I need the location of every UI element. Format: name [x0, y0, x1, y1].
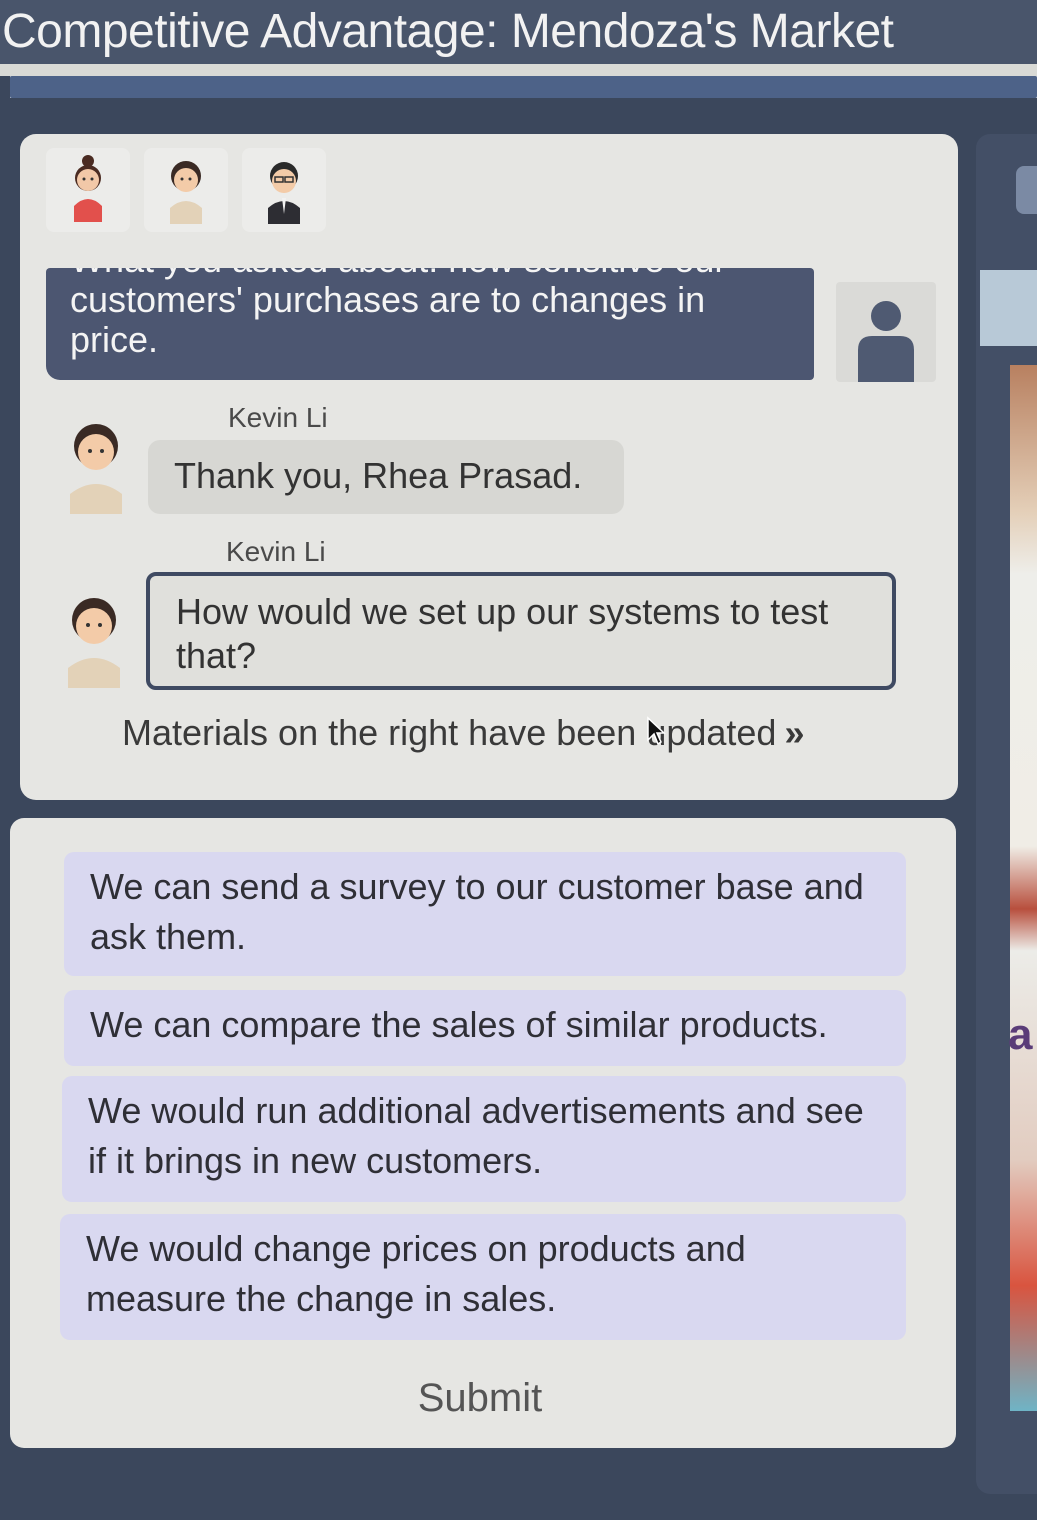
response-option[interactable]: We can send a survey to our customer bas… [64, 852, 906, 976]
participant-kevin-li-avatar[interactable] [144, 148, 228, 232]
man-icon [170, 161, 202, 224]
materials-visible-letter: a [1008, 1010, 1033, 1059]
response-option[interactable]: We would change prices on products and m… [60, 1214, 906, 1340]
title-bar: Competitive Advantage: Mendoza's Market [0, 0, 1037, 66]
man-icon [68, 598, 120, 688]
user-message-text: customers' purchases are to changes in p… [70, 279, 706, 360]
glasses-man-icon [268, 162, 300, 224]
speaker-name: Kevin Li [228, 402, 328, 433]
title-divider [0, 64, 1037, 76]
materials-updated-link[interactable]: Materials on the right have been updated… [122, 712, 804, 754]
materials-notice-text: Materials on the right have been updated [122, 712, 777, 753]
speaker-name: Kevin Li [226, 536, 326, 567]
user-silhouette-icon [858, 301, 914, 382]
active-message-bubble: How would we set up our systems to test … [146, 572, 896, 690]
page-title: Competitive Advantage: Mendoza's Market [2, 5, 894, 58]
user-message-bubble: What you asked about: how sensitive our … [46, 268, 814, 380]
man-icon [70, 424, 122, 514]
materials-document-preview[interactable] [1010, 365, 1037, 1411]
materials-panel-header [1016, 166, 1037, 214]
kevin-li-avatar [66, 418, 126, 514]
submit-button[interactable]: Submit [380, 1370, 580, 1426]
kevin-li-avatar [64, 592, 124, 688]
participant-avatars [46, 148, 326, 232]
mouse-cursor-icon [647, 716, 666, 746]
participant-glasses-man-avatar[interactable] [242, 148, 326, 232]
double-chevron-right-icon: » [784, 712, 805, 753]
progress-bar [10, 76, 1037, 98]
message-bubble: Thank you, Rhea Prasad. [148, 440, 624, 514]
materials-tab[interactable] [980, 270, 1037, 346]
progress-fill [10, 76, 1037, 98]
user-avatar [836, 282, 936, 382]
participant-woman-avatar[interactable] [46, 148, 130, 232]
woman-icon [74, 155, 102, 222]
response-option[interactable]: We would run additional advertisements a… [62, 1076, 906, 1202]
response-option[interactable]: We can compare the sales of similar prod… [64, 990, 906, 1066]
